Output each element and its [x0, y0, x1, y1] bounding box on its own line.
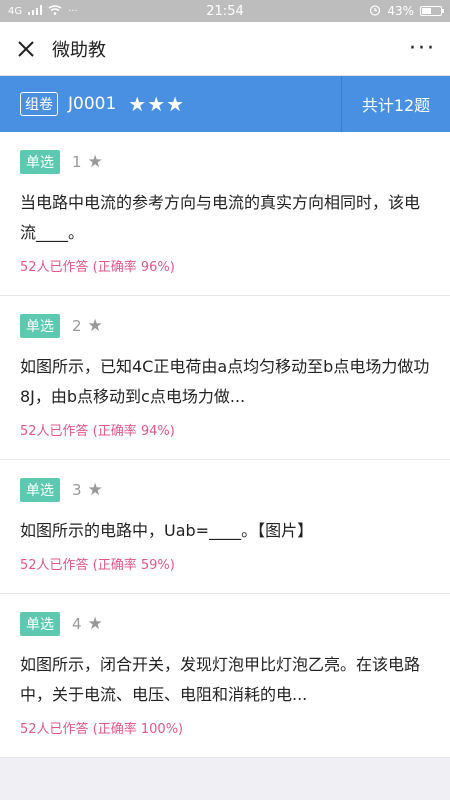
question-type-badge: 单选	[20, 314, 60, 338]
star-icon: ★	[87, 316, 103, 336]
question-text: 如图所示，闭合开关，发现灯泡甲比灯泡乙亮。在该电路中，关于电流、电压、电阻和消耗…	[20, 655, 421, 704]
answer-stats: 52人已作答 (正确率 59%)	[20, 558, 175, 573]
question-number: 1	[72, 153, 82, 171]
page-title: 微助教	[52, 39, 106, 61]
question-item[interactable]: 单选 4 ★ 如图所示，闭合开关，发现灯泡甲比灯泡乙亮。在该电路中，关于电流、电压、电…	[0, 594, 450, 758]
banner-info: 组卷 J0001 ★★★	[0, 92, 341, 116]
question-number: 4	[72, 615, 82, 633]
question-number: 3	[72, 481, 82, 499]
status-bar: 4G ··· 21:54 43%	[0, 0, 450, 22]
battery-icon	[420, 6, 444, 16]
question-number: 2	[72, 317, 82, 335]
answer-stats: 52人已作答 (正确率 100%)	[20, 722, 184, 737]
question-header: 单选 3 ★	[20, 478, 430, 502]
more-menu-button[interactable]: ···	[409, 37, 436, 60]
question-item[interactable]: 单选 2 ★ 如图所示，已知4C正电荷由a点均匀移动至b点电场力做功8J，由b点移动到…	[0, 296, 450, 460]
question-text: 如图所示，已知4C正电荷由a点均匀移动至b点电场力做功8J，由b点移动到c点电场…	[20, 357, 430, 406]
answer-stats: 52人已作答 (正确率 96%)	[20, 260, 175, 275]
question-type-badge: 单选	[20, 612, 60, 636]
question-item[interactable]: 单选 3 ★ 如图所示的电路中，Uab=____。【图片】 52人已作答 (正确率 59…	[0, 460, 450, 594]
question-item[interactable]: 单选 1 ★ 当电路中电流的参考方向与电流的真实方向相同时，该电流____。 52人已作…	[0, 132, 450, 296]
status-time: 21:54	[206, 3, 244, 19]
paper-code: J0001	[68, 94, 117, 114]
question-header: 单选 4 ★	[20, 612, 430, 636]
question-header: 单选 2 ★	[20, 314, 430, 338]
question-type-badge: 单选	[20, 478, 60, 502]
difficulty-stars: ★★★	[128, 92, 186, 116]
answer-stats: 52人已作答 (正确率 94%)	[20, 424, 175, 439]
question-list: 单选 1 ★ 当电路中电流的参考方向与电流的真实方向相同时，该电流____。 52人已作…	[0, 132, 450, 758]
question-header: 单选 1 ★	[20, 150, 430, 174]
question-text: 如图所示的电路中，Uab=____。【图片】	[20, 521, 314, 540]
close-icon[interactable]	[14, 37, 38, 61]
battery-fill	[422, 8, 431, 14]
question-type-badge: 单选	[20, 150, 60, 174]
paper-banner: 组卷 J0001 ★★★ 共计12题	[0, 76, 450, 132]
paper-type-tag: 组卷	[20, 92, 58, 116]
star-icon: ★	[87, 152, 103, 172]
question-count[interactable]: 共计12题	[342, 92, 450, 116]
question-text: 当电路中电流的参考方向与电流的真实方向相同时，该电流____。	[20, 193, 421, 242]
nav-bar: 微助教 ···	[0, 22, 450, 76]
star-icon: ★	[87, 614, 103, 634]
star-icon: ★	[87, 480, 103, 500]
